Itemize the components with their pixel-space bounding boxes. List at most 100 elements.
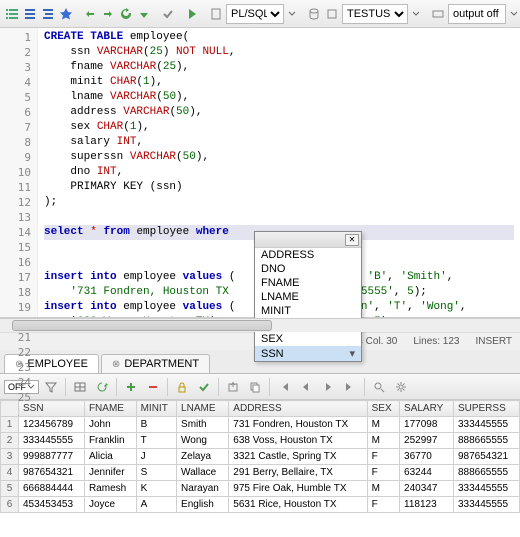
cell[interactable]: Joyce — [84, 497, 136, 513]
popup-item[interactable]: FNAME — [255, 276, 361, 290]
cell[interactable]: 666884444 — [19, 481, 85, 497]
cell[interactable]: F — [367, 449, 399, 465]
cell[interactable]: 999887777 — [19, 449, 85, 465]
cell[interactable]: 731 Fondren, Houston TX — [229, 417, 367, 433]
cell[interactable]: 333445555 — [453, 497, 519, 513]
lock-icon[interactable] — [172, 377, 192, 397]
export-icon[interactable] — [223, 377, 243, 397]
tab-department[interactable]: ⊗DEPARTMENT — [101, 354, 210, 373]
cell[interactable]: 987654321 — [19, 465, 85, 481]
code-line[interactable]: sex CHAR(1), — [44, 120, 514, 135]
cell[interactable]: 975 Fire Oak, Humble TX — [229, 481, 367, 497]
copy-icon[interactable] — [245, 377, 265, 397]
cell[interactable]: 291 Berry, Bellaire, TX — [229, 465, 367, 481]
table-icon[interactable] — [70, 377, 90, 397]
table-row[interactable]: 4987654321JenniferSWallace291 Berry, Bel… — [1, 465, 520, 481]
cell[interactable]: Alicia — [84, 449, 136, 465]
cell[interactable]: 252997 — [400, 433, 454, 449]
play-icon[interactable] — [184, 5, 200, 23]
cell[interactable]: 333445555 — [453, 417, 519, 433]
code-line[interactable] — [44, 210, 514, 225]
cell[interactable]: 177098 — [400, 417, 454, 433]
cell[interactable]: 333445555 — [19, 433, 85, 449]
popup-item[interactable]: LNAME — [255, 290, 361, 304]
cell[interactable]: 333445555 — [453, 481, 519, 497]
cell[interactable]: Ramesh — [84, 481, 136, 497]
last-icon[interactable] — [340, 377, 360, 397]
first-icon[interactable] — [274, 377, 294, 397]
cell[interactable]: T — [136, 433, 176, 449]
cell[interactable]: Narayan — [177, 481, 229, 497]
cell[interactable]: F — [367, 465, 399, 481]
cell[interactable]: M — [367, 481, 399, 497]
col-header[interactable]: SEX — [367, 401, 399, 417]
col-header[interactable]: SSN — [19, 401, 85, 417]
col-header[interactable]: SUPERSS — [453, 401, 519, 417]
db-commit-icon[interactable] — [324, 5, 340, 23]
find-icon[interactable] — [369, 377, 389, 397]
cell[interactable]: K — [136, 481, 176, 497]
filter-icon[interactable] — [41, 377, 61, 397]
cell[interactable]: F — [367, 497, 399, 513]
code-line[interactable]: address VARCHAR(50), — [44, 105, 514, 120]
close-icon[interactable]: ✕ — [345, 234, 359, 246]
code-line[interactable]: minit CHAR(1), — [44, 75, 514, 90]
cell[interactable]: 453453453 — [19, 497, 85, 513]
cell[interactable]: S — [136, 465, 176, 481]
gear-icon[interactable] — [391, 377, 411, 397]
cell[interactable]: A — [136, 497, 176, 513]
cell[interactable]: 638 Voss, Houston TX — [229, 433, 367, 449]
outdent-icon[interactable] — [40, 5, 56, 23]
undo-icon[interactable] — [82, 5, 98, 23]
cell[interactable]: John — [84, 417, 136, 433]
add-row-icon[interactable] — [121, 377, 141, 397]
cell[interactable]: 888665555 — [453, 465, 519, 481]
cell[interactable]: 240347 — [400, 481, 454, 497]
code-line[interactable]: PRIMARY KEY (ssn) — [44, 180, 514, 195]
redo-icon[interactable] — [100, 5, 116, 23]
output-field[interactable] — [448, 4, 506, 24]
cell[interactable]: Jennifer — [84, 465, 136, 481]
cell[interactable]: Wallace — [177, 465, 229, 481]
table-row[interactable]: 3999887777AliciaJZelaya3321 Castle, Spri… — [1, 449, 520, 465]
popup-item[interactable]: SSN▾ — [255, 346, 361, 361]
cell[interactable]: Wong — [177, 433, 229, 449]
popup-item[interactable]: MINIT — [255, 304, 361, 318]
list-icon[interactable] — [4, 5, 20, 23]
refresh-icon[interactable] — [92, 377, 112, 397]
cell[interactable]: M — [367, 417, 399, 433]
check-icon[interactable] — [160, 5, 176, 23]
code-line[interactable]: CREATE TABLE employee( — [44, 30, 514, 45]
chevron-down-icon[interactable] — [410, 5, 422, 23]
code-line[interactable]: fname VARCHAR(25), — [44, 60, 514, 75]
popup-item[interactable]: DNO — [255, 262, 361, 276]
editor-hscrollbar[interactable] — [0, 318, 520, 332]
down-arrow-icon[interactable] — [136, 5, 152, 23]
cell[interactable]: 5631 Rice, Houston TX — [229, 497, 367, 513]
cell[interactable]: 3321 Castle, Spring TX — [229, 449, 367, 465]
code-line[interactable]: superssn VARCHAR(50), — [44, 150, 514, 165]
commit-icon[interactable] — [194, 377, 214, 397]
language-select[interactable]: PL/SQL — [226, 4, 284, 24]
cell[interactable]: J — [136, 449, 176, 465]
cell[interactable]: 118123 — [400, 497, 454, 513]
cell[interactable]: Smith — [177, 417, 229, 433]
cell[interactable]: Zelaya — [177, 449, 229, 465]
refresh-icon[interactable] — [118, 5, 134, 23]
table-row[interactable]: 5666884444RameshKNarayan975 Fire Oak, Hu… — [1, 481, 520, 497]
col-header[interactable]: MINIT — [136, 401, 176, 417]
cell[interactable]: English — [177, 497, 229, 513]
cell[interactable]: M — [367, 433, 399, 449]
code-editor[interactable]: 1234567891011121314151617181920212223242… — [0, 28, 520, 318]
table-row[interactable]: 6453453453JoyceAEnglish5631 Rice, Housto… — [1, 497, 520, 513]
code-line[interactable]: salary INT, — [44, 135, 514, 150]
next-icon[interactable] — [318, 377, 338, 397]
table-row[interactable]: 2333445555FranklinTWong638 Voss, Houston… — [1, 433, 520, 449]
close-icon[interactable]: ⊗ — [112, 359, 120, 370]
col-header[interactable]: LNAME — [177, 401, 229, 417]
col-header[interactable]: FNAME — [84, 401, 136, 417]
cell[interactable]: 888665555 — [453, 433, 519, 449]
code-line[interactable]: ssn VARCHAR(25) NOT NULL, — [44, 45, 514, 60]
cell[interactable]: B — [136, 417, 176, 433]
code-line[interactable]: dno INT, — [44, 165, 514, 180]
